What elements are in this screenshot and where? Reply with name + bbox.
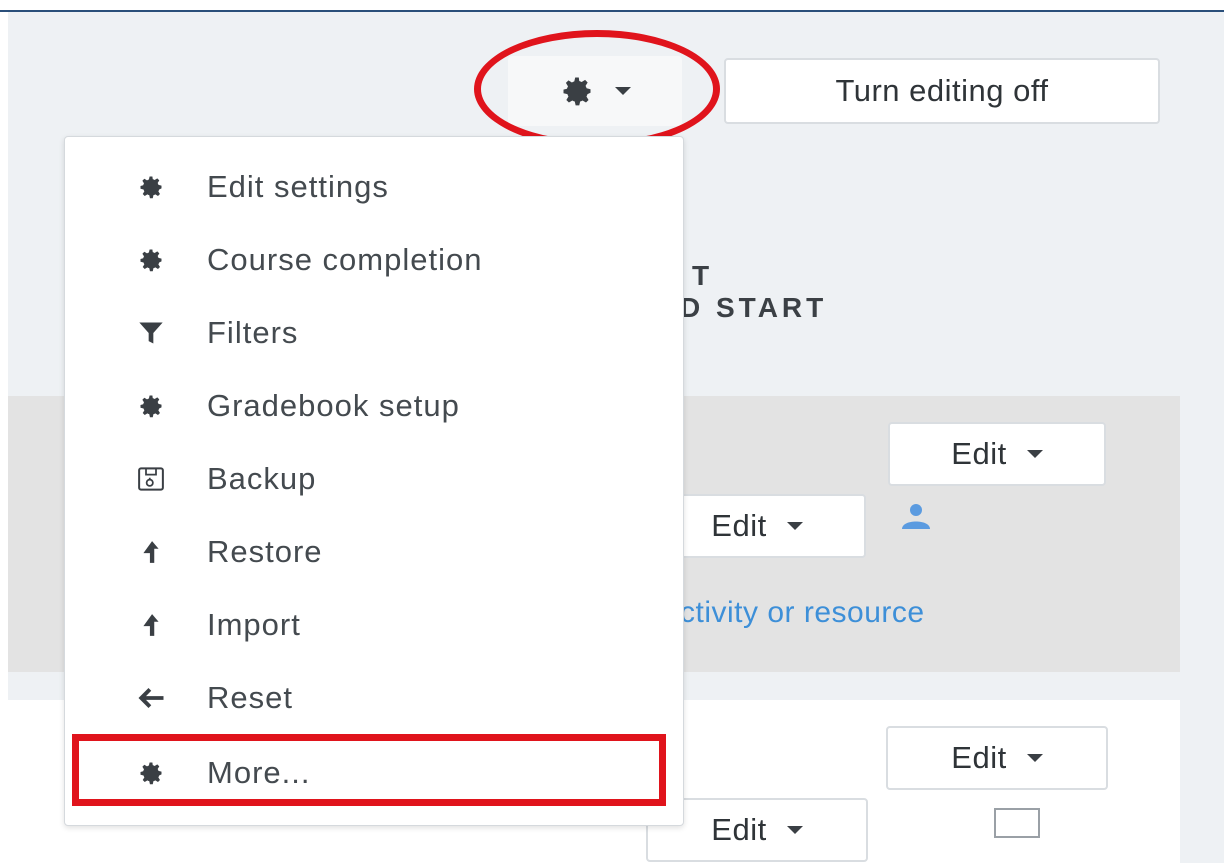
menu-item-label: Restore (207, 534, 323, 569)
upload-icon (131, 532, 171, 572)
menu-item-label: Reset (207, 680, 293, 715)
menu-item-restore[interactable]: Restore (65, 520, 683, 584)
course-title-line-1: T (692, 260, 714, 291)
section-edit-label: Edit (951, 436, 1007, 471)
arrow-left-icon (131, 678, 171, 718)
add-activity-link[interactable]: ctivity or resource (680, 596, 925, 630)
menu-item-label: Import (207, 607, 301, 642)
gear-icon (131, 240, 171, 280)
top-border (0, 0, 1224, 12)
activity-edit-label: Edit (711, 508, 767, 543)
left-edge (0, 12, 8, 863)
section-2-edit-label: Edit (951, 740, 1007, 775)
chevron-down-icon (786, 522, 803, 530)
chevron-down-icon (1026, 450, 1043, 458)
activity-2-edit-label: Edit (711, 812, 767, 847)
highlight-circle (474, 30, 720, 148)
menu-item-label: Gradebook setup (207, 388, 460, 423)
person-icon (902, 504, 930, 529)
turn-editing-off-label: Turn editing off (835, 73, 1049, 108)
menu-item-course-completion[interactable]: Course completion (65, 228, 683, 292)
gear-icon (131, 386, 171, 426)
menu-item-edit-settings[interactable]: Edit settings (65, 155, 683, 219)
menu-item-label: Course completion (207, 242, 483, 277)
menu-item-label: Edit settings (207, 169, 389, 204)
chevron-down-icon (786, 826, 803, 834)
menu-item-gradebook-setup[interactable]: Gradebook setup (65, 374, 683, 438)
course-actions-dropdown: Edit settings Course completion Filters … (64, 136, 684, 826)
menu-item-label: Backup (207, 461, 317, 496)
section-2-edit-button[interactable]: Edit (886, 726, 1108, 790)
menu-item-filters[interactable]: Filters (65, 301, 683, 365)
menu-item-backup[interactable]: Backup (65, 447, 683, 511)
chevron-down-icon (1026, 754, 1043, 762)
menu-item-label: Filters (207, 315, 299, 350)
menu-item-import[interactable]: Import (65, 593, 683, 657)
turn-editing-off-button[interactable]: Turn editing off (724, 58, 1160, 124)
backup-icon (131, 459, 171, 499)
completion-checkbox[interactable] (994, 808, 1040, 838)
section-edit-button[interactable]: Edit (888, 422, 1106, 486)
highlight-rectangle (72, 734, 666, 806)
filter-icon (131, 313, 171, 353)
gear-icon (131, 167, 171, 207)
course-title-line-2: D START (680, 292, 828, 323)
upload-icon (131, 605, 171, 645)
menu-item-reset[interactable]: Reset (65, 666, 683, 730)
